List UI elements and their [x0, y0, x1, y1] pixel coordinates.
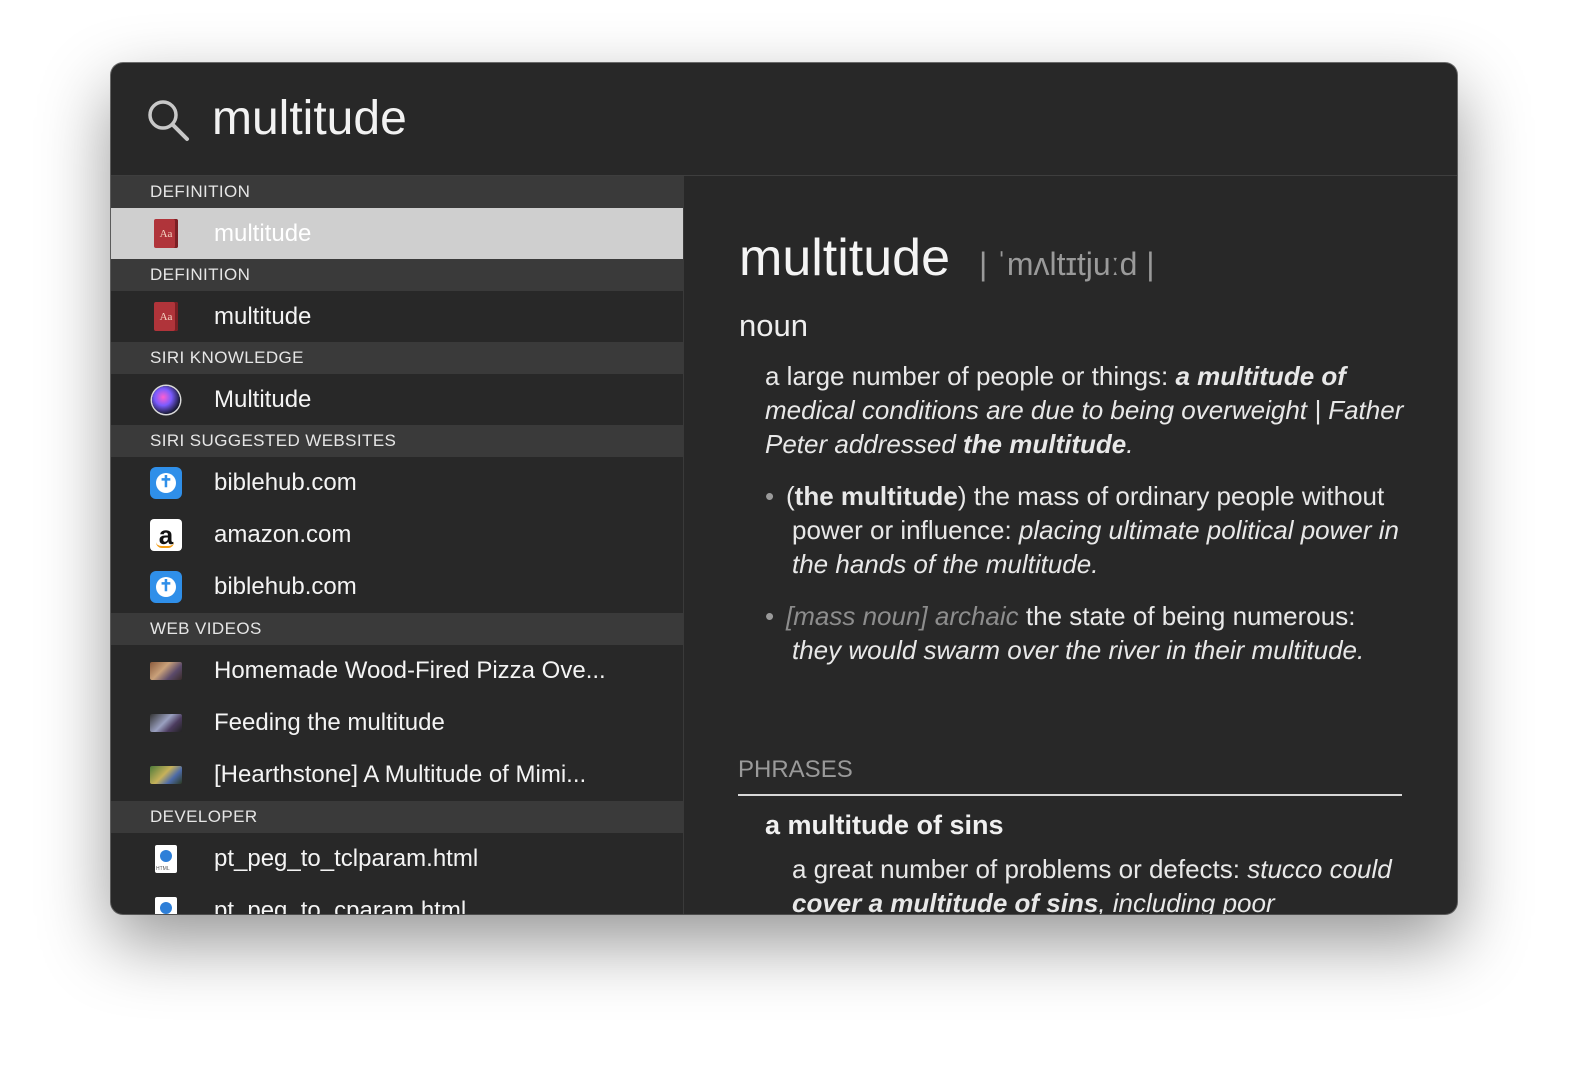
video-thumbnail-icon: [150, 707, 182, 739]
biblehub-icon: ✝: [150, 467, 182, 499]
dictionary-icon: Aa: [150, 301, 182, 333]
example-end: .: [1126, 429, 1134, 459]
definition-text: the state of being numerous:: [1018, 601, 1356, 631]
biblehub-icon: ✝: [150, 571, 182, 603]
phrase-label: the multitude: [794, 481, 958, 511]
result-item-website[interactable]: ✝ biblehub.com: [111, 561, 683, 613]
section-header-siri-knowledge: SIRI KNOWLEDGE: [111, 342, 683, 374]
video-thumbnail-icon: [150, 655, 182, 687]
search-bar[interactable]: multitude: [111, 63, 1457, 176]
example-bold: cover a multitude of sins: [792, 888, 1099, 914]
result-item-siri-knowledge[interactable]: Multitude: [111, 374, 683, 425]
spotlight-window: multitude DEFINITION Aa multitude DEFINI…: [111, 63, 1457, 914]
example-bold: a multitude of: [1175, 361, 1346, 391]
results-list: DEFINITION Aa multitude DEFINITION Aa mu…: [111, 176, 684, 914]
result-item-video[interactable]: Homemade Wood-Fired Pizza Ove...: [111, 645, 683, 697]
result-label: multitude: [214, 219, 312, 247]
definition-panel: multitude | ˈmʌltɪtjuːd | noun a large n…: [684, 176, 1457, 914]
headword: multitude: [739, 229, 950, 287]
definition-text: a large number of people or things:: [765, 361, 1176, 391]
pronunciation: | ˈmʌltɪtjuːd |: [979, 246, 1155, 282]
close-paren: ): [957, 481, 967, 511]
result-item-website[interactable]: ✝ biblehub.com: [111, 457, 683, 509]
usage-label: [mass noun] archaic: [786, 601, 1019, 631]
dictionary-icon: Aa: [150, 218, 182, 250]
result-item-video[interactable]: [Hearthstone] A Multitude of Mimi...: [111, 749, 683, 801]
open-paren: (: [786, 481, 795, 511]
result-item-developer[interactable]: pt_peg_to_tclparam.html: [111, 833, 683, 885]
result-label: pt_peg_to_tclparam.html: [214, 845, 479, 872]
result-item-video[interactable]: Feeding the multitude: [111, 697, 683, 749]
html-file-icon: [150, 895, 182, 914]
result-label: Homemade Wood-Fired Pizza Ove...: [214, 657, 606, 684]
video-thumbnail-icon: [150, 759, 182, 791]
example-text: stucco could: [1247, 854, 1392, 884]
result-label: biblehub.com: [214, 469, 357, 496]
part-of-speech: noun: [739, 308, 808, 343]
example-text: , including poor: [1098, 888, 1275, 914]
phrase-definition: a great number of problems or defects: s…: [792, 852, 1392, 914]
search-icon: [148, 100, 189, 141]
result-item-website[interactable]: a amazon.com: [111, 509, 683, 561]
phrases-header: PHRASES: [738, 756, 1402, 796]
example-end: .: [1357, 635, 1365, 665]
bullet-icon: •: [765, 601, 775, 631]
definition-2: • (the multitude) the mass of ordinary p…: [765, 479, 1405, 581]
section-header-definition: DEFINITION: [111, 176, 683, 208]
search-input[interactable]: multitude: [212, 89, 407, 149]
section-header-developer: DEVELOPER: [111, 801, 683, 833]
result-label: [Hearthstone] A Multitude of Mimi...: [214, 761, 587, 788]
result-label: Multitude: [214, 385, 312, 413]
result-label: biblehub.com: [214, 573, 357, 600]
result-item-definition[interactable]: Aa multitude: [111, 291, 683, 342]
example-end: .: [1091, 549, 1099, 579]
result-item-developer[interactable]: pt_peg_to_cparam.html: [111, 885, 683, 914]
amazon-icon: a: [150, 519, 182, 551]
html-file-icon: [150, 843, 182, 875]
bullet-icon: •: [765, 481, 775, 511]
siri-icon: [150, 384, 182, 416]
definition-text: a great number of problems or defects:: [792, 854, 1248, 884]
result-label: multitude: [214, 302, 312, 330]
example-text: they would swarm over the river in their…: [792, 635, 1358, 665]
phrase-title: a multitude of sins: [765, 810, 1004, 840]
result-label: Feeding the multitude: [214, 709, 445, 736]
section-header-siri-websites: SIRI SUGGESTED WEBSITES: [111, 425, 683, 457]
result-item-definition-selected[interactable]: Aa multitude: [111, 208, 683, 259]
definition-3: • [mass noun] archaic the state of being…: [765, 599, 1405, 667]
example-bold: the multitude: [963, 429, 1127, 459]
section-header-definition-2: DEFINITION: [111, 259, 683, 291]
result-label: pt_peg_to_cparam.html: [214, 897, 467, 914]
result-label: amazon.com: [214, 521, 352, 548]
definition-1: a large number of people or things: a mu…: [765, 359, 1405, 461]
section-header-web-videos: WEB VIDEOS: [111, 613, 683, 645]
